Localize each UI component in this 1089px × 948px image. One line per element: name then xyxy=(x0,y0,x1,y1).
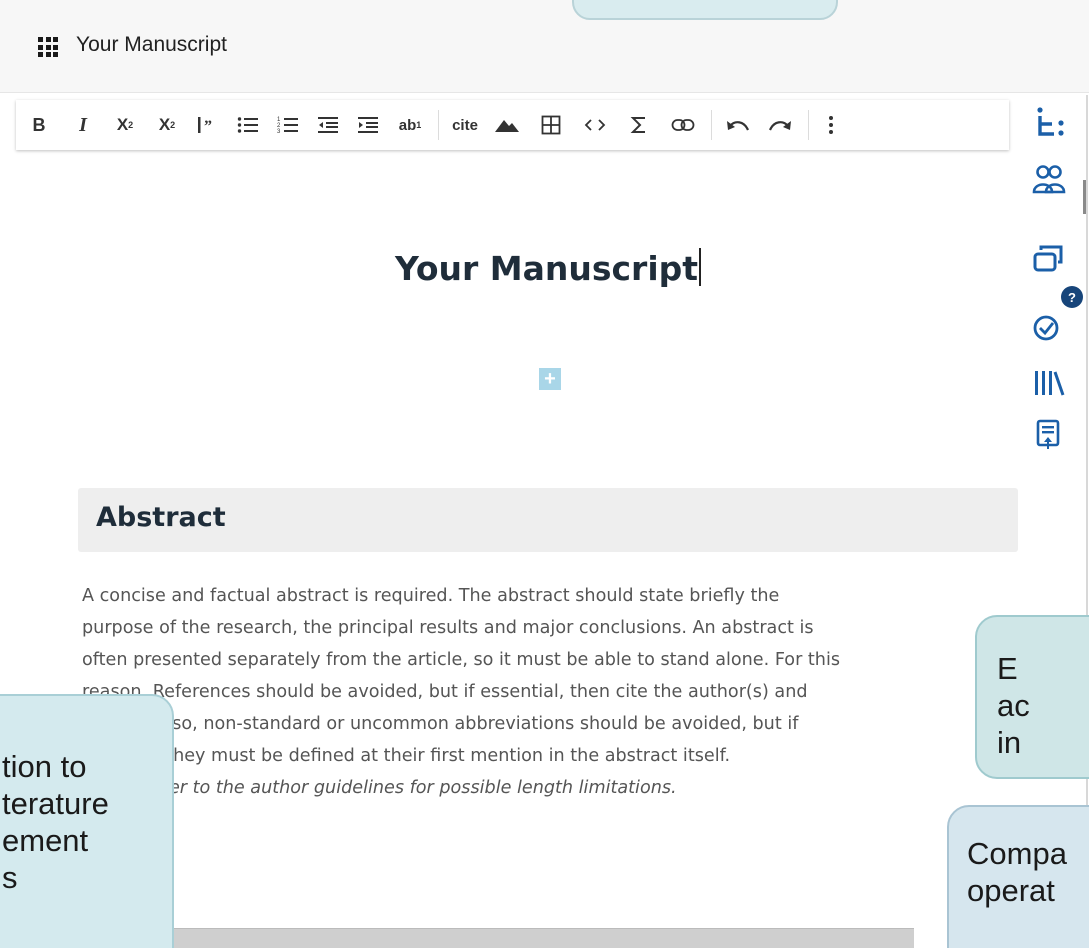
document-upload-icon xyxy=(1036,419,1060,449)
undo-icon xyxy=(727,121,750,131)
check-circle-icon xyxy=(1033,315,1059,341)
blockquote-icon: ” xyxy=(198,117,212,134)
more-options-button[interactable] xyxy=(815,100,847,150)
cite-button[interactable]: cite xyxy=(445,100,485,150)
manuscript-title[interactable]: Your Manuscript xyxy=(0,248,1089,288)
library-icon xyxy=(1035,371,1065,396)
table-icon xyxy=(541,115,561,135)
outdent-button[interactable] xyxy=(308,100,348,150)
callout-right-bottom-text: Compa operat xyxy=(967,836,1067,908)
manuscript-editor: Your Manuscript B I X2 X2 ” 1 2 3 ab 1 c… xyxy=(0,0,1089,948)
toolbar-separator-3 xyxy=(808,110,809,140)
toolbar-separator-2 xyxy=(711,110,712,140)
code-icon xyxy=(584,119,606,131)
bullet-list-button[interactable] xyxy=(228,100,268,150)
top-callout xyxy=(572,0,838,20)
numbered-list-icon: 1 2 3 xyxy=(277,117,298,134)
svg-text:”: ” xyxy=(204,118,212,134)
redo-icon xyxy=(768,121,791,131)
undo-button[interactable] xyxy=(718,100,758,150)
callout-left-text: tion to terature ement s xyxy=(2,749,109,895)
tutorial-callout-left: tion to terature ement s xyxy=(0,694,174,948)
tutorial-callout-right-top: E ac in xyxy=(975,615,1089,779)
text-caret xyxy=(699,248,702,286)
link-icon xyxy=(671,119,695,131)
italic-button[interactable]: I xyxy=(62,100,104,150)
footnote-button[interactable]: ab 1 xyxy=(388,100,432,150)
superscript-label: X xyxy=(116,115,129,134)
blockquote-button[interactable]: ” xyxy=(188,100,228,150)
callout-right-top-text: E ac in xyxy=(997,651,1030,760)
manuscript-title-text: Your Manuscript xyxy=(394,249,699,288)
next-section-bar xyxy=(154,928,914,948)
bold-button[interactable]: B xyxy=(16,100,62,150)
redo-button[interactable] xyxy=(758,100,802,150)
formatting-toolbar: B I X2 X2 ” 1 2 3 ab 1 cite xyxy=(16,100,1009,150)
abstract-line: purpose of the research, the principal r… xyxy=(82,618,814,638)
outline-tool[interactable] xyxy=(1032,106,1066,140)
tutorial-callout-right-bottom: Compa operat xyxy=(947,805,1089,948)
collaborators-tool[interactable] xyxy=(1032,162,1066,196)
toolbar-separator xyxy=(438,110,439,140)
equation-button[interactable] xyxy=(617,100,661,150)
subscript-button[interactable]: X2 xyxy=(146,100,188,150)
superscript-button[interactable]: X2 xyxy=(104,100,146,150)
library-tool[interactable] xyxy=(1032,366,1066,400)
submit-tool[interactable] xyxy=(1032,418,1066,452)
help-badge[interactable]: ? xyxy=(1061,286,1083,308)
apps-grid-icon[interactable] xyxy=(38,37,58,57)
mountain-image-icon xyxy=(495,120,519,132)
outline-icon xyxy=(1037,107,1064,136)
insert-image-button[interactable] xyxy=(485,100,529,150)
abstract-line: essential they must be defined at their … xyxy=(82,746,731,766)
users-icon xyxy=(1032,165,1066,194)
insert-table-button[interactable] xyxy=(529,100,573,150)
numbered-list-button[interactable]: 1 2 3 xyxy=(268,100,308,150)
footnote-label: ab xyxy=(398,116,417,134)
abstract-body[interactable]: A concise and factual abstract is requir… xyxy=(82,580,982,772)
add-block-button[interactable]: + xyxy=(539,368,561,390)
top-bar: Your Manuscript xyxy=(0,0,1089,93)
outdent-icon xyxy=(318,117,338,133)
app-title: Your Manuscript xyxy=(76,33,227,56)
link-button[interactable] xyxy=(661,100,705,150)
svg-text:3: 3 xyxy=(277,129,281,134)
abstract-line: A concise and factual abstract is requir… xyxy=(82,586,780,606)
abstract-note[interactable]: Please refer to the author guidelines fo… xyxy=(82,778,982,798)
abstract-line: year(s). Also, non-standard or uncommon … xyxy=(82,714,799,734)
abstract-heading-text: Abstract xyxy=(96,502,226,533)
kebab-menu-icon xyxy=(829,116,833,134)
indent-icon xyxy=(358,117,378,133)
sigma-icon xyxy=(630,117,645,133)
subscript-label: X xyxy=(158,115,171,134)
indent-button[interactable] xyxy=(348,100,388,150)
checks-tool[interactable] xyxy=(1032,308,1066,342)
bullet-list-icon xyxy=(237,117,258,133)
abstract-heading[interactable]: Abstract xyxy=(78,488,1018,552)
abstract-line: reason, References should be avoided, bu… xyxy=(82,682,808,702)
abstract-line: often presented separately from the arti… xyxy=(82,650,840,670)
code-button[interactable] xyxy=(573,100,617,150)
